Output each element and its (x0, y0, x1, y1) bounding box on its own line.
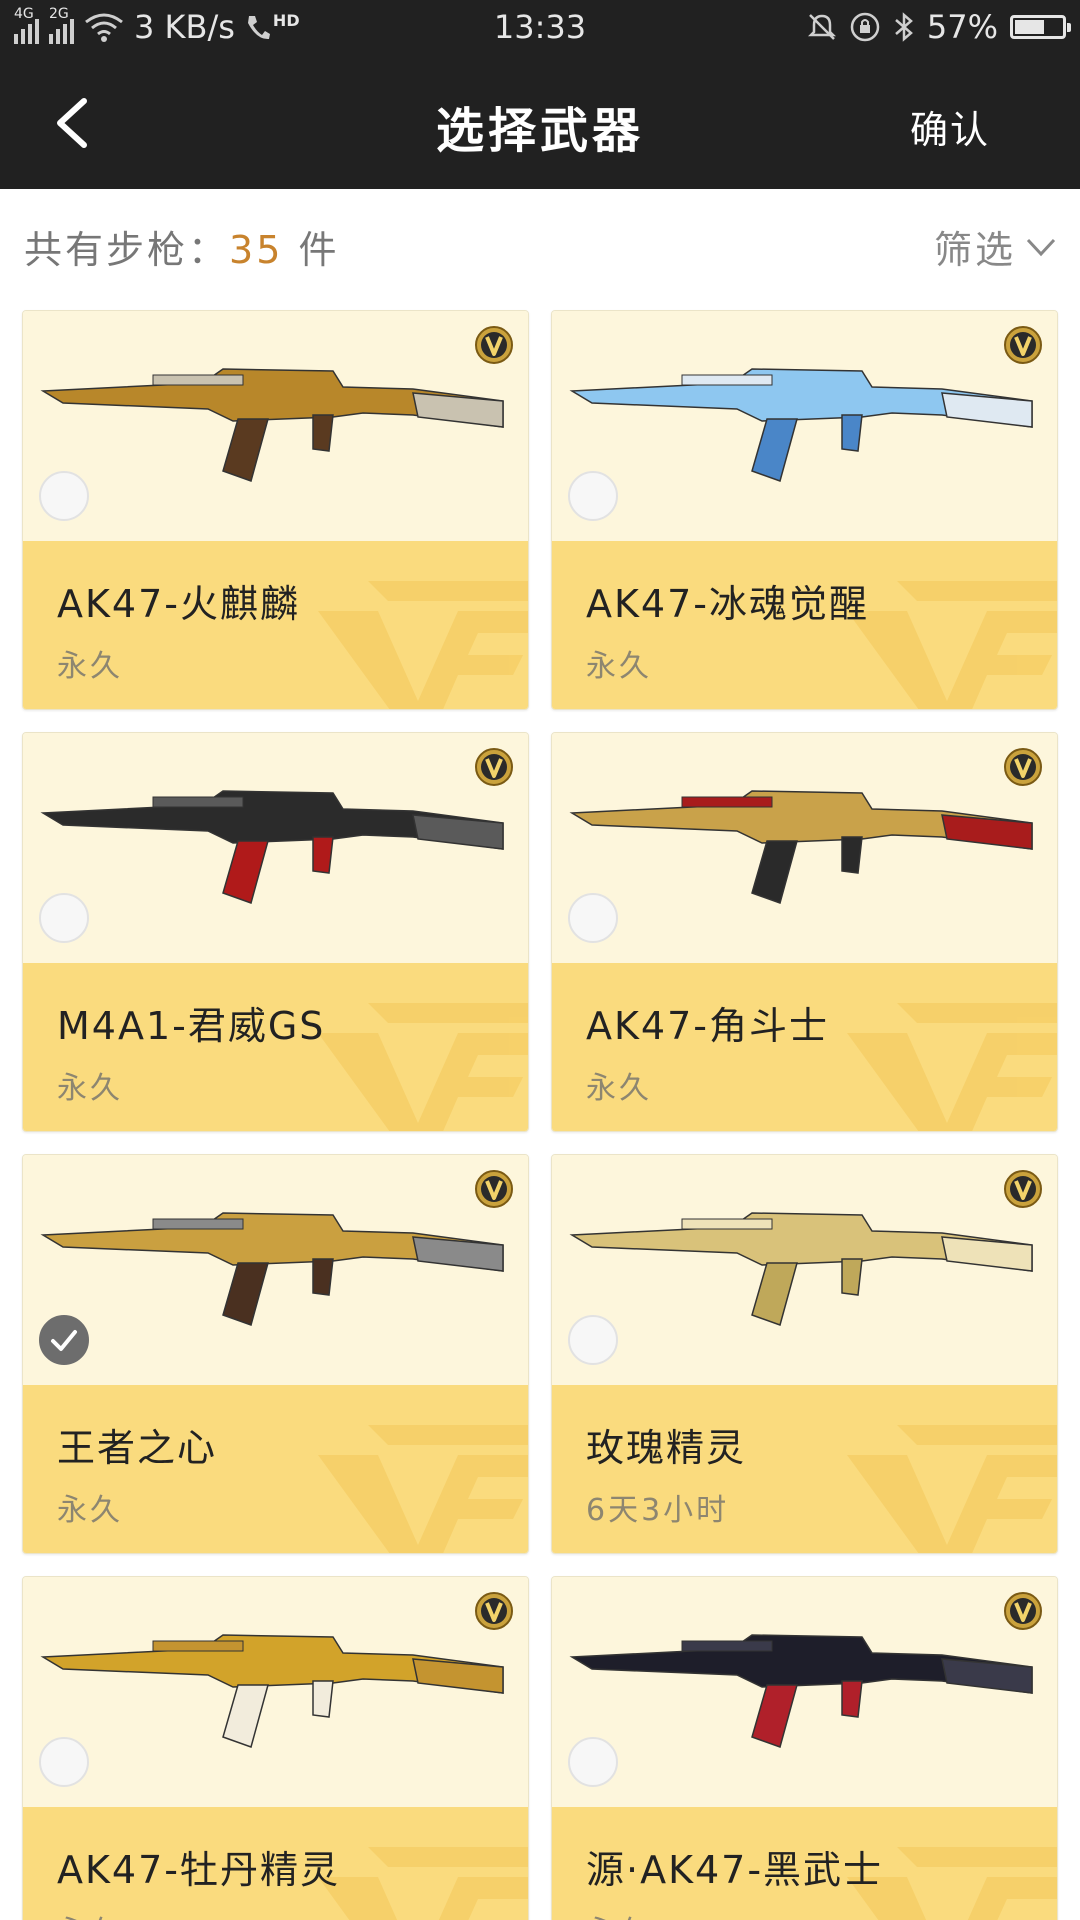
weapon-image-area (552, 311, 1057, 541)
select-checkbox[interactable] (568, 893, 618, 943)
title-bar: 选择武器 确认 (0, 57, 1080, 189)
weapon-info-area: 王者之心 永久 (23, 1385, 528, 1553)
filter-label: 筛选 (933, 228, 1016, 272)
count-prefix: 共有步枪： (24, 228, 230, 272)
weapon-name: AK47-冰魂觉醒 (586, 582, 869, 626)
weapon-info-area: 玫瑰精灵 6天3小时 (552, 1385, 1057, 1553)
select-checkbox[interactable] (39, 893, 89, 943)
weapon-info-area: M4A1-君威GS 永久 (23, 963, 528, 1131)
summary-bar: 共有步枪：35 件 筛选 (0, 189, 1080, 294)
weapon-info-area: AK47-火麒麟 永久 (23, 541, 528, 709)
weapon-name: M4A1-君威GS (57, 1004, 326, 1048)
battery-percent: 57% (926, 8, 998, 46)
ak47-ice-soul-image (569, 368, 1033, 482)
select-checkbox[interactable] (39, 471, 89, 521)
weapon-card[interactable]: AK47-牡丹精灵 永久 (22, 1576, 529, 1920)
weapon-image-area (552, 733, 1057, 963)
rose-spirit-image (569, 1212, 1033, 1326)
ak47-black-warrior-image (569, 1634, 1033, 1748)
weapon-card[interactable]: AK47-火麒麟 永久 (22, 310, 529, 710)
weapon-card[interactable]: M4A1-君威GS 永久 (22, 732, 529, 1132)
weapon-card[interactable]: AK47-冰魂觉醒 永久 (551, 310, 1058, 710)
confirm-button[interactable]: 确认 (910, 99, 990, 154)
weapon-name: AK47-牡丹精灵 (57, 1848, 340, 1892)
cf-logo-watermark (318, 581, 528, 709)
ak47-peony-image (40, 1634, 504, 1748)
battery-icon (1010, 15, 1071, 39)
select-checkbox[interactable] (39, 1315, 89, 1365)
vip-badge-icon (475, 1592, 513, 1630)
weapon-image-area (23, 1577, 528, 1807)
bell-mute-icon (807, 14, 836, 40)
weapon-name: 玫瑰精灵 (586, 1426, 747, 1470)
weapon-duration: 永久 (57, 1907, 123, 1920)
status-bar: 4G 2G 3 KB/s HD 13:33 57% (0, 0, 1080, 57)
vip-badge-icon (1004, 326, 1042, 364)
vip-badge-icon (475, 748, 513, 786)
cf-logo-watermark (847, 1425, 1057, 1553)
select-checkbox[interactable] (568, 471, 618, 521)
weapon-card[interactable]: 源·AK47-黑武士 永久 (551, 1576, 1058, 1920)
status-right: 57% (807, 8, 1071, 46)
weapon-image-area (23, 311, 528, 541)
king-heart-image (40, 1212, 504, 1326)
ak47-fire-qilin-image (40, 368, 504, 482)
weapon-duration: 永久 (586, 1907, 652, 1920)
weapon-image-area (552, 1155, 1057, 1385)
weapon-duration: 永久 (57, 1493, 123, 1528)
weapon-name: AK47-火麒麟 (57, 582, 300, 626)
chevron-down-icon (1026, 238, 1056, 256)
weapon-name: AK47-角斗士 (586, 1004, 829, 1048)
vip-badge-icon (475, 1170, 513, 1208)
cf-logo-watermark (318, 1847, 528, 1920)
cf-logo-watermark (318, 1003, 528, 1131)
weapon-duration: 永久 (586, 1071, 652, 1106)
select-checkbox[interactable] (568, 1737, 618, 1787)
vip-badge-icon (475, 326, 513, 364)
select-checkbox[interactable] (39, 1737, 89, 1787)
rifle-count: 共有步枪：35 件 (24, 219, 339, 274)
vip-badge-icon (1004, 1592, 1042, 1630)
select-checkbox[interactable] (568, 1315, 618, 1365)
weapon-grid: AK47-火麒麟 永久 AK47-冰魂觉醒 永久 M4A1-君威GS 永久 AK… (0, 294, 1080, 1920)
weapon-info-area: AK47-冰魂觉醒 永久 (552, 541, 1057, 709)
cf-logo-watermark (847, 1003, 1057, 1131)
weapon-duration: 永久 (57, 1071, 123, 1106)
weapon-card[interactable]: 玫瑰精灵 6天3小时 (551, 1154, 1058, 1554)
weapon-name: 王者之心 (57, 1426, 218, 1470)
bluetooth-icon (895, 12, 913, 42)
cf-logo-watermark (847, 581, 1057, 709)
weapon-image-area (23, 733, 528, 963)
count-suffix: 件 (283, 228, 340, 272)
weapon-image-area (23, 1155, 528, 1385)
weapon-duration: 6天3小时 (586, 1493, 730, 1528)
weapon-duration: 永久 (586, 649, 652, 684)
check-icon (51, 1330, 77, 1351)
m4a1-junwei-image (40, 790, 504, 904)
weapon-info-area: 源·AK47-黑武士 永久 (552, 1807, 1057, 1920)
vip-badge-icon (1004, 1170, 1042, 1208)
rotation-lock-icon (850, 12, 880, 42)
ak47-gladiator-image (569, 790, 1033, 904)
weapon-info-area: AK47-牡丹精灵 永久 (23, 1807, 528, 1920)
weapon-image-area (552, 1577, 1057, 1807)
weapon-card[interactable]: 王者之心 永久 (22, 1154, 529, 1554)
count-number: 35 (229, 228, 284, 272)
filter-button[interactable]: 筛选 (934, 219, 1056, 274)
weapon-card[interactable]: AK47-角斗士 永久 (551, 732, 1058, 1132)
weapon-name: 源·AK47-黑武士 (586, 1848, 884, 1892)
weapon-info-area: AK47-角斗士 永久 (552, 963, 1057, 1131)
cf-logo-watermark (318, 1425, 528, 1553)
vip-badge-icon (1004, 748, 1042, 786)
weapon-duration: 永久 (57, 649, 123, 684)
